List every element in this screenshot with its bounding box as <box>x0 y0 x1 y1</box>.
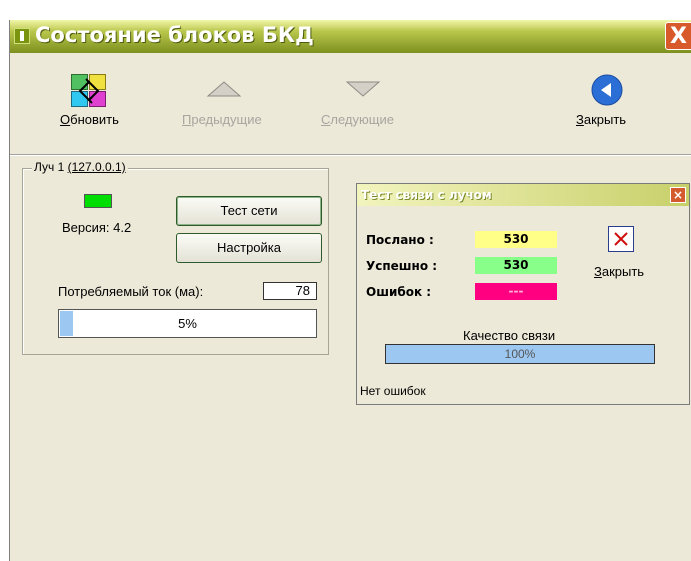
triangle-up-icon <box>182 74 262 108</box>
dialog-close-accel: З <box>594 264 602 279</box>
next-accel: С <box>321 112 331 127</box>
previous-button[interactable]: Предыдущие <box>182 74 262 127</box>
close-accel: З <box>576 112 584 127</box>
x-mark-icon[interactable] <box>608 226 634 252</box>
window-title: Состояние блоков БКД <box>35 23 314 47</box>
refresh-accel: О <box>60 112 71 127</box>
next-label: ледующие <box>330 112 394 127</box>
current-label: Потребляемый ток (ма): <box>58 284 204 299</box>
triangle-down-icon <box>321 74 394 108</box>
beam-address: (127.0.0.1) <box>67 160 126 174</box>
toolbar: Обновить Предыдущие Следующие Закрыть <box>10 54 691 155</box>
quality-label: Качество связи <box>463 328 556 343</box>
previous-accel: П <box>182 112 192 127</box>
errors-value: --- <box>475 283 557 300</box>
quality-text: 100% <box>504 347 536 361</box>
version-label: Версия: 4.2 <box>62 220 132 235</box>
refresh-button[interactable]: Обновить <box>60 74 119 127</box>
sent-label: Послано : <box>366 233 434 247</box>
network-test-button[interactable]: Тест сети <box>176 196 322 226</box>
dialog-close-label: акрыть <box>601 264 645 279</box>
app-icon <box>14 28 30 44</box>
close-label: акрыть <box>583 112 627 127</box>
load-progress-text: 5% <box>178 316 197 331</box>
toolbar-close-button[interactable]: Закрыть <box>576 74 626 127</box>
settings-button[interactable]: Настройка <box>176 233 322 263</box>
status-indicator <box>84 194 112 208</box>
status-text: Нет ошибок <box>360 384 426 398</box>
beam-legend: Луч 1 (127.0.0.1) <box>32 160 128 174</box>
dialog-title-bar[interactable]: Тест связи с лучом <box>357 184 689 206</box>
refresh-label: бновить <box>70 112 119 127</box>
success-label: Успешно : <box>366 259 438 273</box>
quality-bar: 100% <box>385 344 655 364</box>
dialog-close-button[interactable]: Закрыть <box>594 264 644 279</box>
dialog-title: Тест связи с лучом <box>361 188 492 202</box>
load-progress-bar: 5% <box>58 309 317 338</box>
previous-label: редыдущие <box>191 112 262 127</box>
window-close-button[interactable]: X <box>665 22 691 50</box>
success-value: 530 <box>475 257 557 274</box>
next-button[interactable]: Следующие <box>321 74 394 127</box>
link-test-dialog: Тест связи с лучом × Послано : 530 Успеш… <box>356 183 690 405</box>
dialog-close-icon[interactable]: × <box>670 187 686 203</box>
back-arrow-icon <box>576 74 626 108</box>
title-bar[interactable]: Состояние блоков БКД X <box>10 20 691 53</box>
current-value-field[interactable]: 78 <box>263 282 317 300</box>
errors-label: Ошибок : <box>366 285 432 299</box>
refresh-icon <box>71 74 107 108</box>
beam-name: Луч 1 <box>34 160 65 174</box>
sent-value: 530 <box>475 231 557 248</box>
